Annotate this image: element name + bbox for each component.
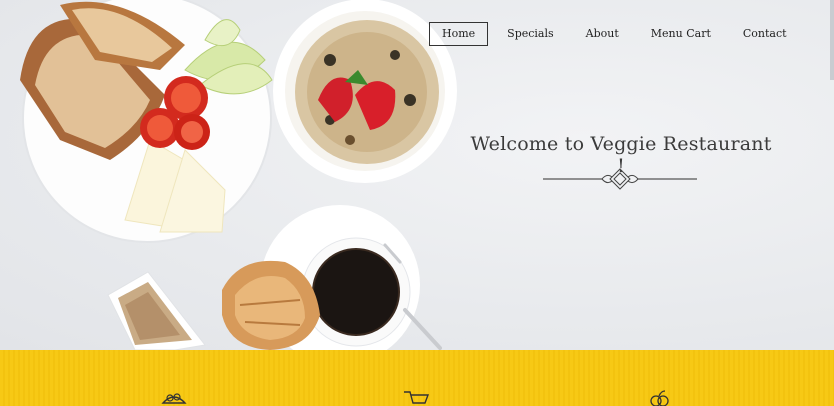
scrollbar[interactable] [830, 0, 834, 80]
cart-icon [404, 391, 430, 404]
hero-section: Home Specials About Menu Cart Contact We… [0, 0, 834, 350]
fruit-icon [650, 390, 669, 406]
nav-contact[interactable]: Contact [730, 22, 800, 46]
ornament-divider [543, 168, 697, 190]
salad-icon [161, 393, 187, 404]
nav-specials[interactable]: Specials [494, 22, 567, 46]
nav-home[interactable]: Home [429, 22, 489, 46]
main-navigation: Home Specials About Menu Cart Contact [429, 22, 806, 46]
nav-menu-cart[interactable]: Menu Cart [638, 22, 724, 46]
nav-about[interactable]: About [573, 22, 632, 46]
